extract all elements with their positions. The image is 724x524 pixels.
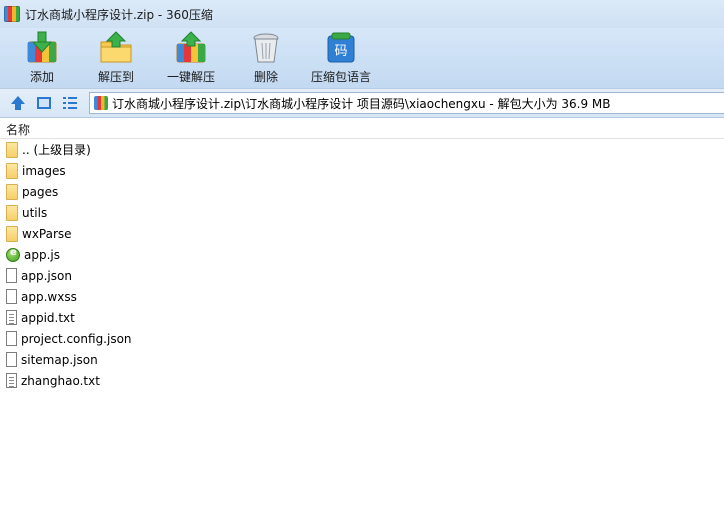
file-icon — [6, 331, 17, 346]
list-view-icon[interactable] — [62, 95, 78, 111]
list-item-parent[interactable]: .. (上级目录) — [0, 139, 724, 160]
archive-icon — [4, 6, 20, 22]
item-name: appid.txt — [21, 310, 75, 325]
folder-icon — [6, 162, 18, 179]
text-file-icon — [6, 373, 17, 388]
list-item[interactable]: app.wxss — [0, 286, 724, 307]
list-item[interactable]: wxParse — [0, 223, 724, 244]
list-item[interactable]: project.config.json — [0, 328, 724, 349]
list-item[interactable]: app.json — [0, 265, 724, 286]
list-item[interactable]: appid.txt — [0, 307, 724, 328]
address-bar: 订水商城小程序设计.zip\订水商城小程序设计 项目源码\xiaochengxu… — [0, 88, 724, 118]
list-item[interactable]: zhanghao.txt — [0, 370, 724, 391]
svg-text:码: 码 — [334, 44, 347, 59]
item-name: utils — [22, 205, 48, 220]
list-header: 名称 — [0, 118, 724, 139]
text-file-icon — [6, 310, 17, 325]
toolbar-label: 压缩包语言 — [310, 70, 371, 84]
js-file-icon — [6, 247, 20, 262]
item-name: app.wxss — [21, 289, 77, 304]
delete-button[interactable]: 删除 — [246, 28, 286, 88]
list-item[interactable]: pages — [0, 181, 724, 202]
title-bar: 订水商城小程序设计.zip - 360压缩 — [0, 0, 724, 28]
item-name: zhanghao.txt — [21, 373, 100, 388]
list-item[interactable]: sitemap.json — [0, 349, 724, 370]
item-name: sitemap.json — [21, 352, 98, 367]
folder-icon — [6, 183, 18, 200]
extract-to-button[interactable]: 解压到 — [96, 28, 136, 88]
item-name: .. (上级目录) — [22, 143, 91, 157]
archive-language-icon: 码 — [327, 32, 355, 63]
column-header-name[interactable]: 名称 — [6, 121, 30, 138]
toolbar-label: 一键解压 — [166, 70, 215, 84]
archive-language-button[interactable]: 码 压缩包语言 — [310, 28, 372, 88]
item-name: wxParse — [22, 226, 72, 241]
app-window: 订水商城小程序设计.zip - 360压缩 添加 解压到 一键解压 删除 码 压… — [0, 0, 724, 524]
toolbar: 添加 解压到 一键解压 删除 码 压缩包语言 — [0, 28, 724, 88]
list-item[interactable]: app.js — [0, 244, 724, 265]
file-icon — [6, 352, 17, 367]
item-name: images — [22, 163, 66, 178]
item-name: pages — [22, 184, 59, 199]
delete-icon — [253, 33, 279, 63]
up-arrow-icon[interactable] — [10, 95, 26, 111]
item-name: project.config.json — [21, 331, 132, 346]
file-icon — [6, 268, 17, 283]
archive-icon — [94, 96, 108, 110]
path-text: 订水商城小程序设计.zip\订水商城小程序设计 项目源码\xiaochengxu… — [112, 96, 611, 111]
extract-to-icon — [100, 31, 132, 63]
toolbar-label: 解压到 — [97, 70, 134, 84]
window-title: 订水商城小程序设计.zip - 360压缩 — [25, 7, 213, 22]
item-name: app.js — [24, 247, 60, 262]
folder-icon — [6, 204, 18, 221]
folder-icon — [6, 141, 18, 158]
path-field[interactable]: 订水商城小程序设计.zip\订水商城小程序设计 项目源码\xiaochengxu… — [89, 92, 724, 114]
file-icon — [6, 289, 17, 304]
list-item[interactable]: utils — [0, 202, 724, 223]
list-item[interactable]: images — [0, 160, 724, 181]
one-click-extract-button[interactable]: 一键解压 — [166, 28, 216, 88]
file-list: .. (上级目录) images pages utils wxParse app… — [0, 139, 724, 391]
large-icon-view-icon[interactable] — [36, 95, 52, 111]
toolbar-label: 添加 — [29, 70, 54, 84]
toolbar-label: 删除 — [253, 70, 278, 84]
one-click-extract-icon — [176, 31, 206, 63]
add-archive-icon — [27, 31, 57, 63]
folder-icon — [6, 225, 18, 242]
add-button[interactable]: 添加 — [22, 28, 62, 88]
item-name: app.json — [21, 268, 72, 283]
